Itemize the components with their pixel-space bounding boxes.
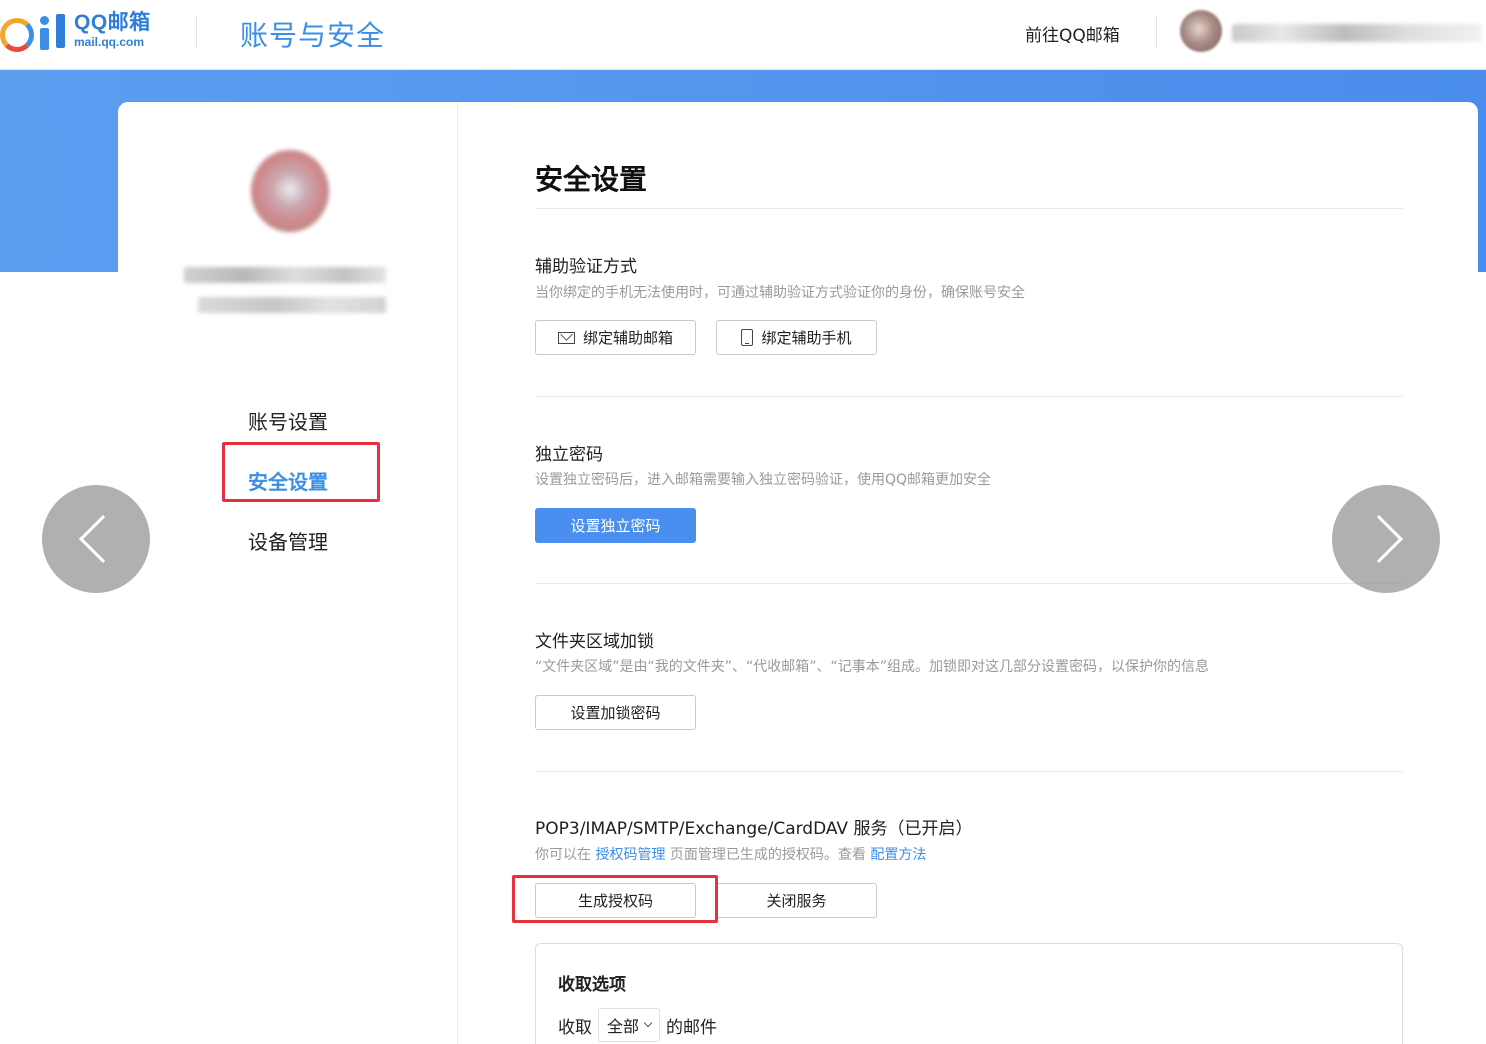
- profile-name-blurred: [184, 267, 386, 283]
- section-title-independent-password: 独立密码: [535, 445, 603, 465]
- prev-arrow-button[interactable]: [42, 485, 150, 593]
- divider: [535, 583, 1403, 584]
- qq-mail-logo[interactable]: QQ邮箱 mail.qq.com: [0, 10, 151, 52]
- bind-aux-email-label: 绑定辅助邮箱: [582, 329, 673, 347]
- logo-domain: mail.qq.com: [74, 35, 145, 49]
- profile-avatar: [251, 150, 329, 232]
- sidebar: 账号设置 安全设置 设备管理: [118, 102, 458, 1044]
- highlight-box: [222, 442, 380, 502]
- mail-icon: [557, 331, 575, 344]
- set-lock-password-button[interactable]: 设置加锁密码: [535, 695, 696, 730]
- desc-prefix: 你可以在: [535, 847, 591, 863]
- sidebar-item-device-management[interactable]: 设备管理: [118, 526, 458, 555]
- section-title-folder-lock: 文件夹区域加锁: [535, 632, 654, 652]
- goto-qq-mail-link[interactable]: 前往QQ邮箱: [1025, 21, 1120, 46]
- bind-aux-email-button[interactable]: 绑定辅助邮箱: [535, 320, 696, 355]
- settings-card: 账号设置 安全设置 设备管理 安全设置 辅助验证方式 当你绑定的手机无法使用时，…: [118, 102, 1478, 1044]
- close-service-button[interactable]: 关闭服务: [716, 883, 877, 918]
- phone-icon: [741, 329, 754, 346]
- header-divider: [1156, 17, 1157, 47]
- section-desc-independent-password: 设置独立密码后，进入邮箱需要输入独立密码验证，使用QQ邮箱更加安全: [535, 472, 992, 488]
- divider: [535, 208, 1403, 209]
- chevron-right-icon: [1354, 514, 1404, 564]
- user-avatar[interactable]: [1180, 10, 1222, 52]
- config-method-link[interactable]: 配置方法: [870, 847, 926, 863]
- auth-code-management-link[interactable]: 授权码管理: [595, 847, 665, 863]
- profile-email-blurred: [198, 297, 386, 313]
- receive-options-panel: 收取选项 收取 全部 的邮件: [535, 943, 1403, 1044]
- receive-suffix: 的邮件: [666, 1017, 718, 1038]
- user-account-blurred[interactable]: [1232, 24, 1482, 42]
- receive-prefix: 收取: [558, 1017, 592, 1038]
- section-desc-auxiliary-verification: 当你绑定的手机无法使用时，可通过辅助验证方式验证你的身份，确保账号安全: [535, 285, 1025, 301]
- bind-aux-phone-button[interactable]: 绑定辅助手机: [716, 320, 877, 355]
- divider: [535, 396, 1403, 397]
- header-divider: [196, 17, 197, 47]
- set-independent-password-button[interactable]: 设置独立密码: [535, 508, 696, 543]
- header-title: 账号与安全: [240, 19, 386, 52]
- receive-options-row: 收取 全部 的邮件: [558, 1008, 717, 1042]
- section-title-pop3-imap-service: POP3/IMAP/SMTP/Exchange/CardDAV 服务（已开启）: [535, 819, 973, 839]
- desc-mid: 页面管理已生成的授权码。查看: [669, 847, 866, 863]
- next-arrow-button[interactable]: [1332, 485, 1440, 593]
- page-title: 安全设置: [535, 163, 648, 196]
- bind-aux-phone-label: 绑定辅助手机: [761, 329, 852, 347]
- section-desc-pop3-imap-service: 你可以在 授权码管理 页面管理已生成的授权码。查看 配置方法: [535, 844, 926, 864]
- sidebar-item-account-settings[interactable]: 账号设置: [118, 406, 458, 435]
- top-header: QQ邮箱 mail.qq.com 账号与安全 前往QQ邮箱: [0, 0, 1486, 70]
- receive-scope-value: 全部: [607, 1017, 640, 1036]
- receive-scope-select[interactable]: 全部: [598, 1008, 661, 1042]
- section-title-auxiliary-verification: 辅助验证方式: [535, 257, 637, 277]
- section-desc-folder-lock: “文件夹区域”是由“我的文件夹”、“代收邮箱”、“记事本”组成。加锁即对这几部分…: [535, 659, 1210, 675]
- logo-mark-icon: [0, 10, 66, 52]
- receive-options-title: 收取选项: [558, 975, 626, 995]
- chevron-left-icon: [78, 514, 128, 564]
- logo-text: QQ邮箱: [74, 11, 151, 34]
- highlight-box: [512, 875, 718, 923]
- divider: [535, 771, 1403, 772]
- chevron-down-icon: [643, 1018, 653, 1028]
